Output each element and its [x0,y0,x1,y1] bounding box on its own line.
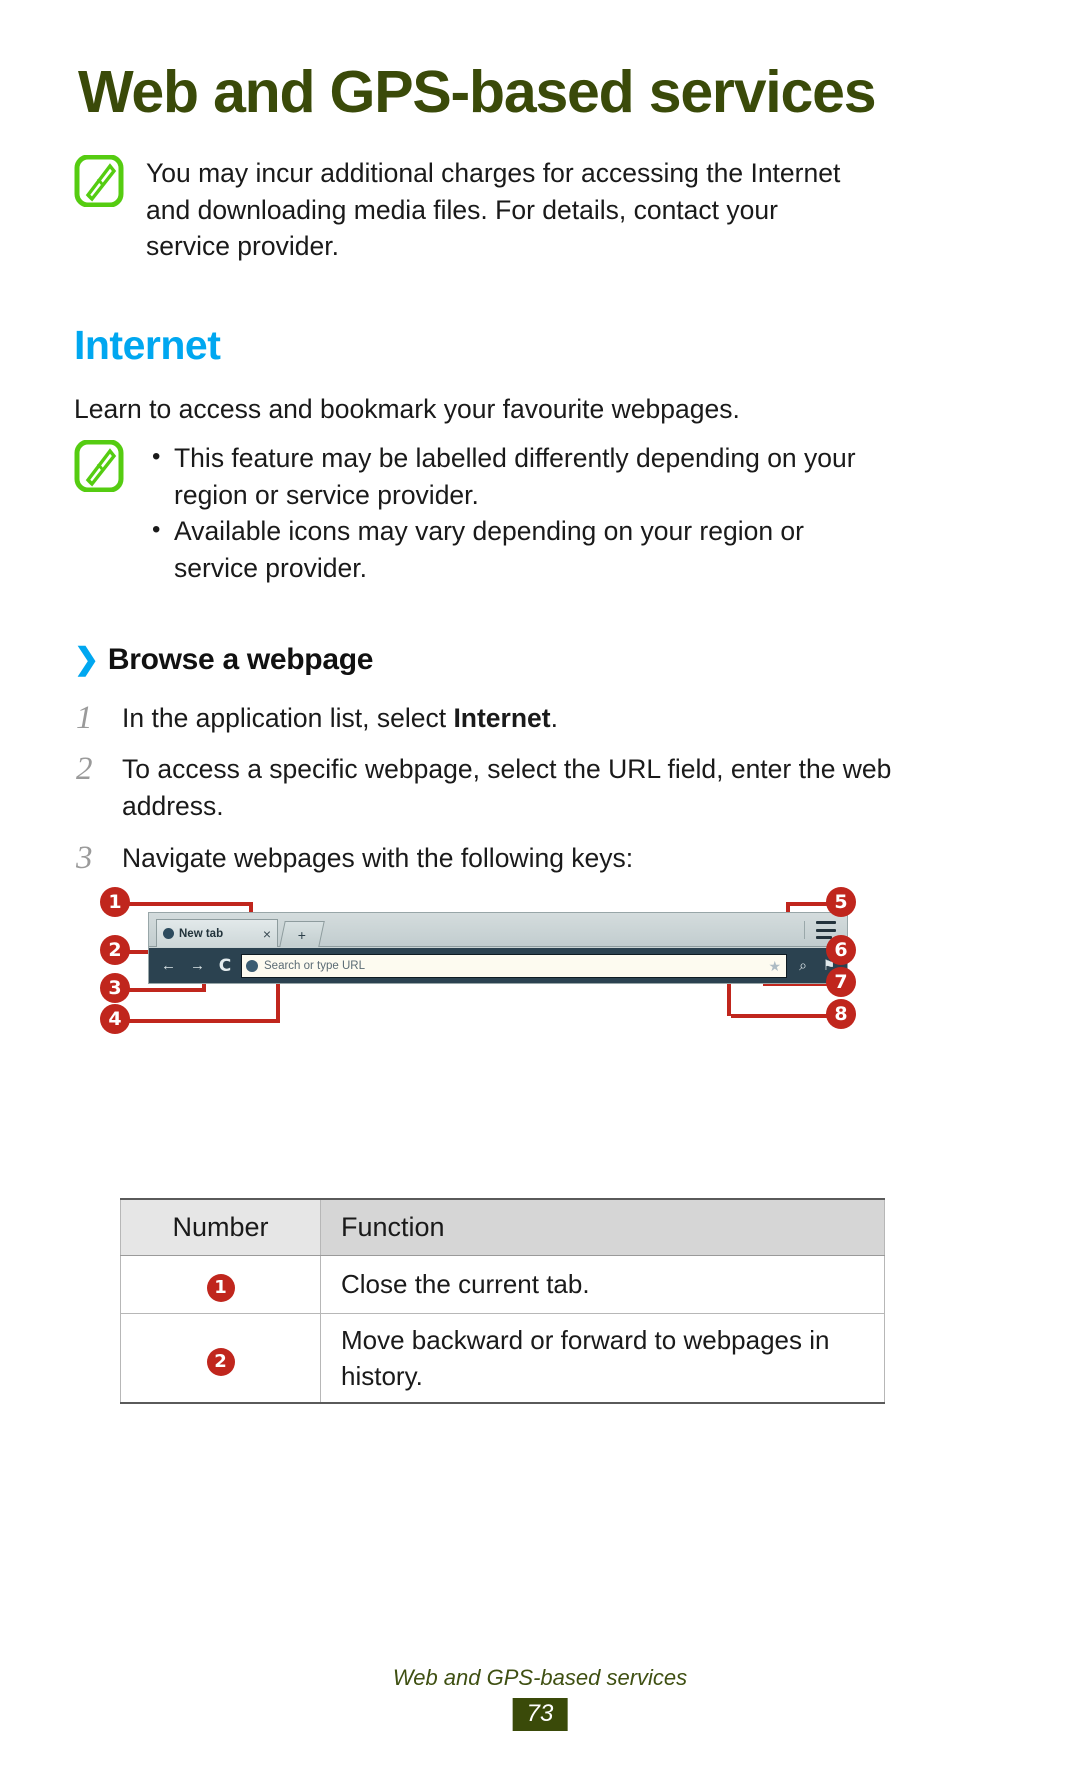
globe-icon [246,959,258,972]
table-header-row: Number Function [120,1198,885,1256]
toolbar-divider [804,921,805,939]
internet-note: This feature may be labelled differently… [74,439,894,586]
manual-page: Web and GPS-based services You may incur… [0,0,1080,1771]
column-header-function: Function [320,1198,885,1256]
close-icon[interactable]: × [259,927,271,941]
table-cell-number: 2 [120,1312,321,1404]
callout-1: 1 [100,887,130,917]
table-row: 1 Close the current tab. [120,1254,885,1314]
step-number: 3 [76,840,93,876]
globe-icon [163,928,174,939]
callout-3: 3 [100,973,130,1003]
function-table: Number Function 1 Close the current tab.… [120,1198,885,1404]
search-icon[interactable]: ⌕ [790,957,816,974]
top-note-body: You may incur additional charges for acc… [146,155,864,265]
note-pencil-icon [74,440,128,492]
step-text-bold: Internet [453,703,551,733]
step-number: 1 [76,700,93,736]
list-item: This feature may be labelled differently… [146,439,894,513]
note-pencil-icon [74,155,128,207]
table-body: 1 Close the current tab. 2 Move backward… [120,1254,885,1404]
internet-note-bullets: This feature may be labelled differently… [146,439,894,586]
section-heading-internet: Internet [74,322,221,368]
callout-number-badge: 2 [206,1347,235,1376]
table-cell-number: 1 [120,1254,321,1314]
internet-note-body: This feature may be labelled differently… [146,439,894,586]
step-number: 2 [76,751,93,787]
step-text: To access a specific webpage, select the… [122,754,892,821]
browser-url-bar: ← → C Search or type URL ★ ⌕ ⚑ [149,948,847,983]
table-cell-function: Move backward or forward to webpages in … [320,1312,885,1404]
callout-5: 5 [826,887,856,917]
table-row: 2 Move backward or forward to webpages i… [120,1312,885,1404]
step-text-pre: In the application list, select [122,703,454,733]
leader-line-4 [128,1019,280,1023]
step-text-post: . [550,703,558,733]
step-text: Navigate webpages with the following key… [122,843,634,873]
callout-8: 8 [826,999,856,1029]
column-header-number: Number [120,1198,321,1256]
table-head: Number Function [120,1198,885,1256]
callout-2: 2 [100,935,130,965]
leader-line-1 [128,902,253,906]
reload-icon[interactable]: C [212,956,238,976]
page-title: Web and GPS-based services [78,59,877,125]
chevron-right-icon: ❯ [74,643,99,676]
browser-mockup: New tab × + ← → C Search or type URL ★ ⌕… [148,912,848,984]
callout-4: 4 [100,1004,130,1034]
section-heading-label: Browse a webpage [107,643,374,676]
new-tab-button[interactable]: + [279,921,325,947]
footer-title: Web and GPS-based services [392,1665,688,1690]
callout-number-badge: 1 [206,1274,235,1302]
step-text: In the application list, select Internet… [122,700,558,737]
callout-7: 7 [826,967,856,997]
url-input[interactable]: Search or type URL ★ [241,953,787,978]
browser-tab-bar: New tab × + [149,913,847,947]
page-number-badge: 73 [512,1698,568,1732]
forward-arrow-icon[interactable]: → [190,957,205,974]
leader-line-8 [731,1014,828,1018]
top-note: You may incur additional charges for acc… [74,155,864,265]
bookmark-star-icon[interactable]: ★ [768,959,781,973]
internet-lead-text: Learn to access and bookmark your favour… [74,394,740,424]
callout-6: 6 [826,935,856,965]
section-heading-browse-a-webpage: ❯ Browse a webpage [74,642,373,677]
url-input-placeholder: Search or type URL [264,959,365,972]
leader-line-3 [128,988,206,992]
leader-line-5 [790,902,828,906]
nav-buttons[interactable]: ← → [154,955,212,977]
back-arrow-icon[interactable]: ← [161,957,176,974]
step-2: 2 To access a specific webpage, select t… [74,751,894,825]
browser-window: New tab × + ← → C Search or type URL ★ ⌕… [148,912,848,984]
table-cell-function: Close the current tab. [320,1254,885,1314]
top-note-text: You may incur additional charges for acc… [146,158,841,261]
step-3: 3 Navigate webpages with the following k… [74,840,894,877]
tab-label: New tab [179,927,224,940]
plus-icon: + [297,926,306,943]
step-1: 1 In the application list, select Intern… [74,700,894,737]
browser-tab[interactable]: New tab × [156,919,278,947]
list-item: Available icons may vary depending on yo… [146,512,894,586]
